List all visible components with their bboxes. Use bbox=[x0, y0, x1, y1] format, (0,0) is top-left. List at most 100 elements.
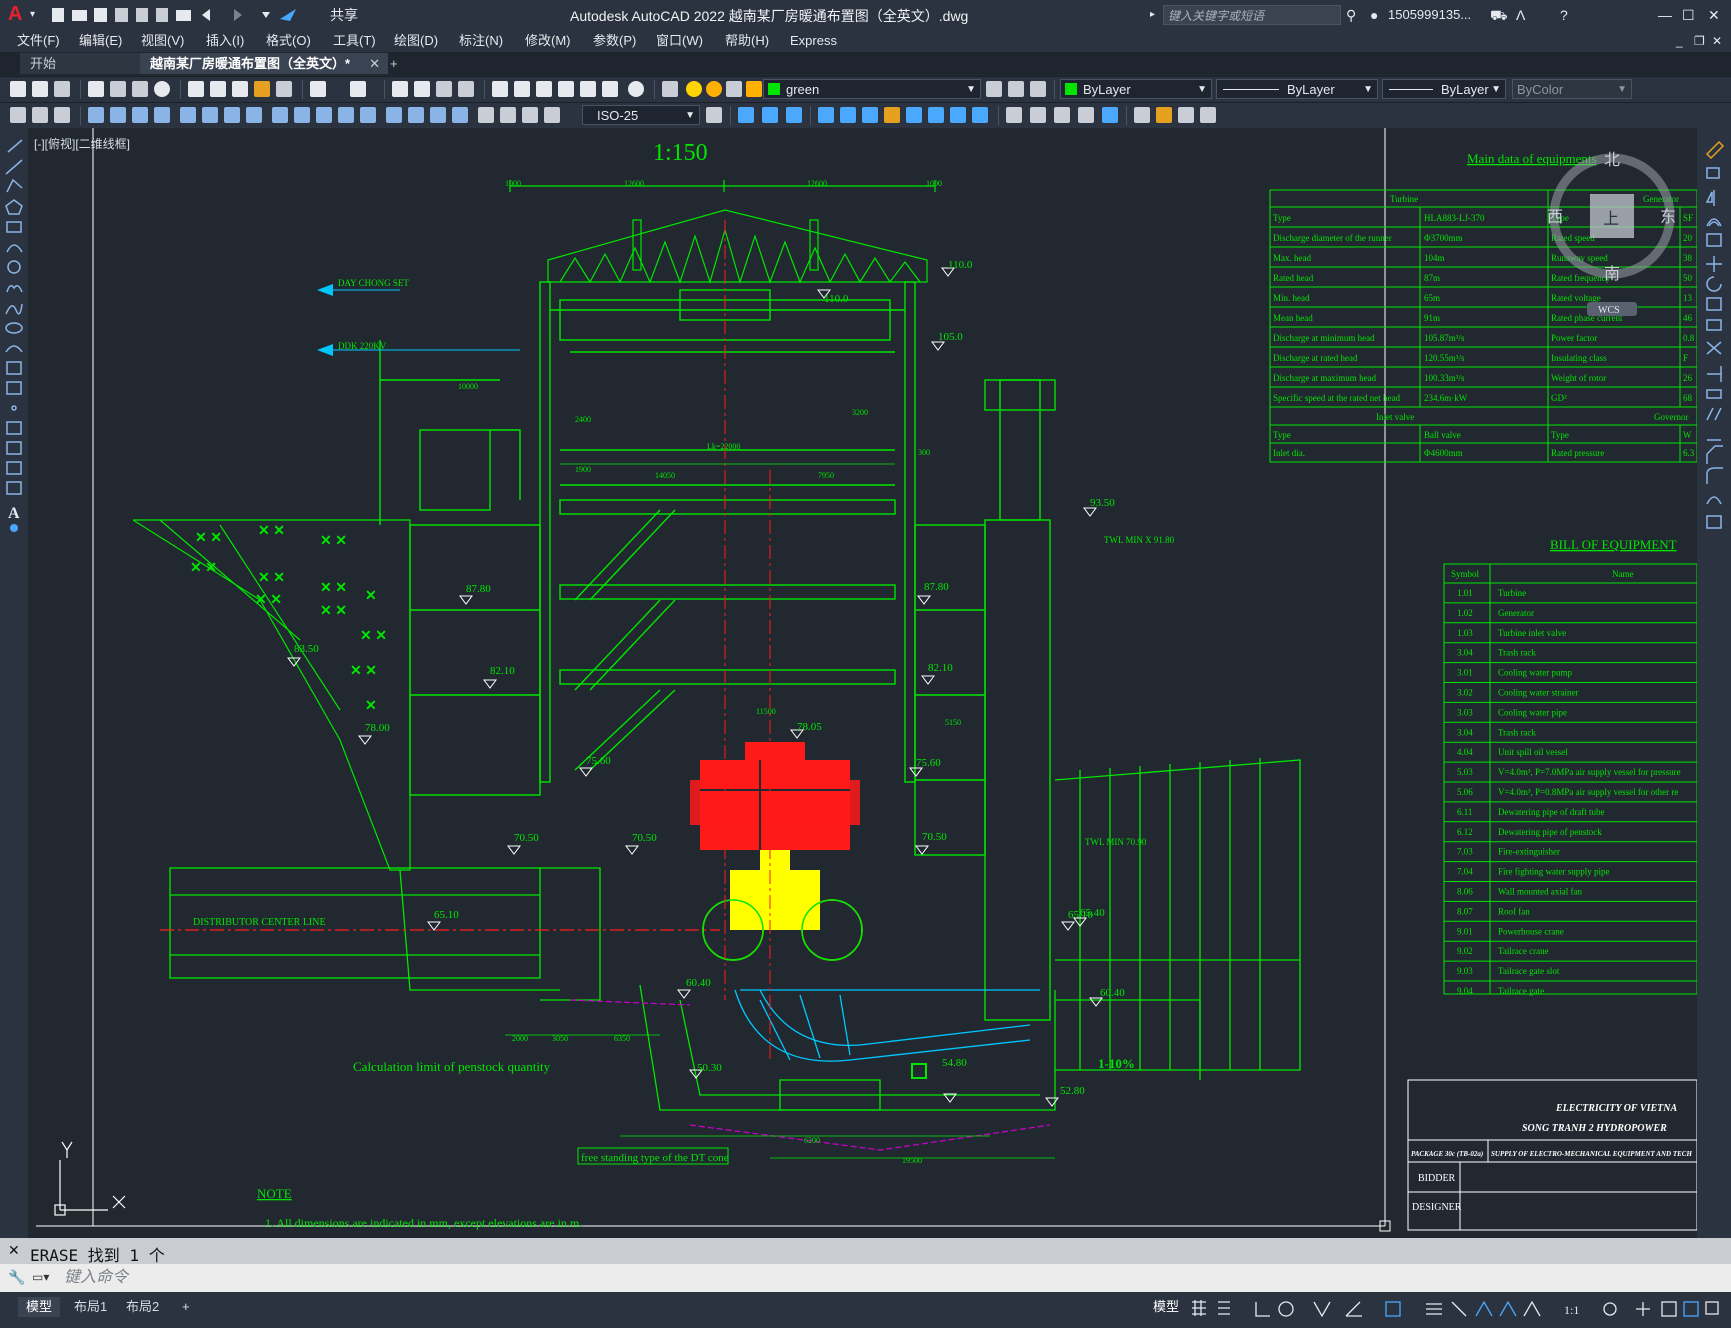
menu-draw[interactable]: 绘图(D) bbox=[394, 32, 438, 50]
user-account[interactable]: 1505999135... bbox=[1388, 6, 1471, 24]
save-icon[interactable] bbox=[54, 81, 70, 97]
block-editor-icon[interactable] bbox=[276, 81, 292, 97]
app-menu-chevron-icon[interactable]: ▾ bbox=[30, 6, 35, 24]
menu-tools[interactable]: 工具(T) bbox=[333, 32, 376, 50]
maximize-window-icon[interactable]: ☐ bbox=[1682, 6, 1695, 24]
lineweight-dropdown[interactable]: ByLayer ▼ bbox=[1382, 79, 1506, 99]
menu-express[interactable]: Express bbox=[790, 32, 837, 50]
view-back-icon[interactable] bbox=[762, 107, 778, 123]
user-icon[interactable]: ● bbox=[1370, 6, 1378, 24]
rotate-icon[interactable] bbox=[1706, 276, 1722, 292]
markup-icon[interactable] bbox=[580, 81, 596, 97]
zoom-previous-icon[interactable] bbox=[458, 81, 474, 97]
doc-minimize-icon[interactable]: _ bbox=[1676, 32, 1683, 50]
ucs-object-icon[interactable] bbox=[906, 107, 922, 123]
mirror-icon[interactable] bbox=[1705, 190, 1715, 206]
ucs-z-axis-icon[interactable] bbox=[972, 107, 988, 123]
rectangle-icon[interactable] bbox=[6, 221, 22, 233]
share-icon[interactable] bbox=[280, 9, 296, 21]
layer-off-icon[interactable] bbox=[54, 107, 70, 123]
workspace-gear-icon[interactable] bbox=[1603, 1302, 1617, 1316]
command-input[interactable]: 键入命令 bbox=[64, 1267, 1704, 1289]
search-expand-icon[interactable]: ▸ bbox=[1150, 6, 1155, 24]
shade-icon[interactable] bbox=[1006, 107, 1022, 123]
zoom-window-icon[interactable] bbox=[436, 81, 452, 97]
fullscreen-icon[interactable] bbox=[1705, 1301, 1719, 1315]
stretch-icon[interactable] bbox=[1706, 319, 1722, 331]
ucs-previous-icon[interactable] bbox=[862, 107, 878, 123]
move-icon[interactable] bbox=[1706, 256, 1722, 272]
menu-help[interactable]: 帮助(H) bbox=[725, 32, 769, 50]
linear-dim-icon[interactable] bbox=[88, 107, 104, 123]
jogged-linear-icon[interactable] bbox=[452, 107, 468, 123]
polar-tracking-icon[interactable] bbox=[1278, 1301, 1294, 1317]
layer-viewport-icon[interactable] bbox=[726, 81, 742, 97]
plot-icon[interactable] bbox=[176, 10, 191, 21]
line-icon[interactable] bbox=[7, 139, 23, 153]
tab-model[interactable]: 模型 bbox=[18, 1297, 61, 1317]
view-front-icon[interactable] bbox=[738, 107, 754, 123]
drawing-canvas[interactable]: 1:150 ✕ ✕ ✕ ✕ ✕ ✕ ✕ ✕ ✕ ✕ ✕ ✕ ✕ ✕ ✕ ✕ ✕ … bbox=[28, 128, 1698, 1238]
copy-icon[interactable] bbox=[1706, 167, 1720, 179]
annotation-monitor-icon[interactable] bbox=[1636, 1302, 1650, 1316]
doc-close-icon[interactable]: ✕ bbox=[1712, 32, 1722, 50]
tab-active-drawing[interactable]: 越南某厂房暖通布置图（全英文）* ✕ bbox=[140, 53, 388, 74]
add-selected-icon[interactable] bbox=[10, 524, 18, 532]
array-icon[interactable] bbox=[1706, 233, 1722, 247]
attach-xref-icon[interactable] bbox=[1156, 107, 1172, 123]
trim-icon[interactable] bbox=[1706, 341, 1722, 355]
menu-format[interactable]: 格式(O) bbox=[266, 32, 311, 50]
insert-block-icon[interactable] bbox=[1134, 107, 1150, 123]
annotation-scale-icon[interactable] bbox=[1523, 1300, 1541, 1317]
dimstyle-dropdown[interactable]: ISO-25 ▼ bbox=[582, 105, 700, 125]
cart-icon[interactable]: ⛟ bbox=[1490, 6, 1508, 24]
help-icon[interactable] bbox=[628, 81, 644, 97]
materials-icon[interactable] bbox=[1078, 107, 1094, 123]
mtext-icon[interactable]: A bbox=[8, 505, 20, 522]
close-window-icon[interactable]: ✕ bbox=[1708, 6, 1720, 24]
dim-text-edit-icon[interactable] bbox=[500, 107, 516, 123]
tab-layout2[interactable]: 布局2 bbox=[118, 1297, 167, 1317]
insert-block-icon[interactable] bbox=[6, 361, 22, 375]
layer-on-bulb-icon[interactable] bbox=[686, 81, 702, 97]
viewcube-east[interactable]: 东 bbox=[1660, 208, 1676, 226]
adjust-image-icon[interactable] bbox=[1200, 107, 1216, 123]
ucs-icon[interactable] bbox=[818, 107, 834, 123]
recent-commands-icon[interactable]: ▭▾ bbox=[32, 1270, 49, 1284]
model-space-toggle[interactable]: 模型 bbox=[1145, 1297, 1187, 1317]
ucs-world-icon[interactable] bbox=[840, 107, 856, 123]
angular-dim-icon[interactable] bbox=[246, 107, 262, 123]
region-icon[interactable] bbox=[6, 461, 22, 475]
extend-icon[interactable] bbox=[1707, 366, 1722, 382]
autodesk-app-icon[interactable]: Λ bbox=[1516, 6, 1525, 24]
fillet-icon[interactable] bbox=[1706, 467, 1723, 484]
autoscale-icon[interactable] bbox=[1499, 1300, 1517, 1317]
arc-icon[interactable] bbox=[6, 244, 23, 253]
dim-style-manager-icon[interactable] bbox=[706, 107, 722, 123]
ucs-origin-icon[interactable] bbox=[950, 107, 966, 123]
baseline-dim-icon[interactable] bbox=[294, 107, 310, 123]
layer-previous-icon[interactable] bbox=[1008, 81, 1024, 97]
layer-properties-icon[interactable] bbox=[662, 81, 678, 97]
arc-length-icon[interactable] bbox=[132, 107, 148, 123]
copy-icon[interactable] bbox=[210, 81, 226, 97]
cad-drawing[interactable]: 1:150 ✕ ✕ ✕ ✕✕ ✕ ✕ ✕✕ ✕✕ ✕ ✕ ✕✕ ✕✕ ✕ ✕✕ … bbox=[28, 128, 1698, 1238]
viewcube-south[interactable]: 南 bbox=[1604, 265, 1620, 283]
viewport-controls[interactable]: [-][俯视][二维线框] bbox=[34, 135, 130, 152]
open-web-icon[interactable] bbox=[136, 8, 148, 22]
offset-icon[interactable] bbox=[1706, 218, 1722, 227]
tolerance-icon[interactable] bbox=[386, 107, 402, 123]
3d-print-icon[interactable] bbox=[154, 81, 170, 97]
ucs-view-icon[interactable] bbox=[928, 107, 944, 123]
add-layout-icon[interactable]: + bbox=[174, 1297, 198, 1317]
polyline-icon[interactable] bbox=[6, 178, 23, 193]
dim-edit-icon[interactable] bbox=[478, 107, 494, 123]
help-icon[interactable]: ? bbox=[1560, 6, 1568, 24]
new-file-icon[interactable] bbox=[52, 8, 64, 22]
erase-icon[interactable] bbox=[1705, 140, 1725, 160]
pan-icon[interactable] bbox=[392, 81, 408, 97]
search-input[interactable]: 键入关键字或短语 bbox=[1163, 5, 1341, 25]
plot-preview-icon[interactable] bbox=[110, 81, 126, 97]
doc-restore-icon[interactable]: ❐ bbox=[1694, 32, 1705, 50]
plot-icon[interactable] bbox=[88, 81, 104, 97]
